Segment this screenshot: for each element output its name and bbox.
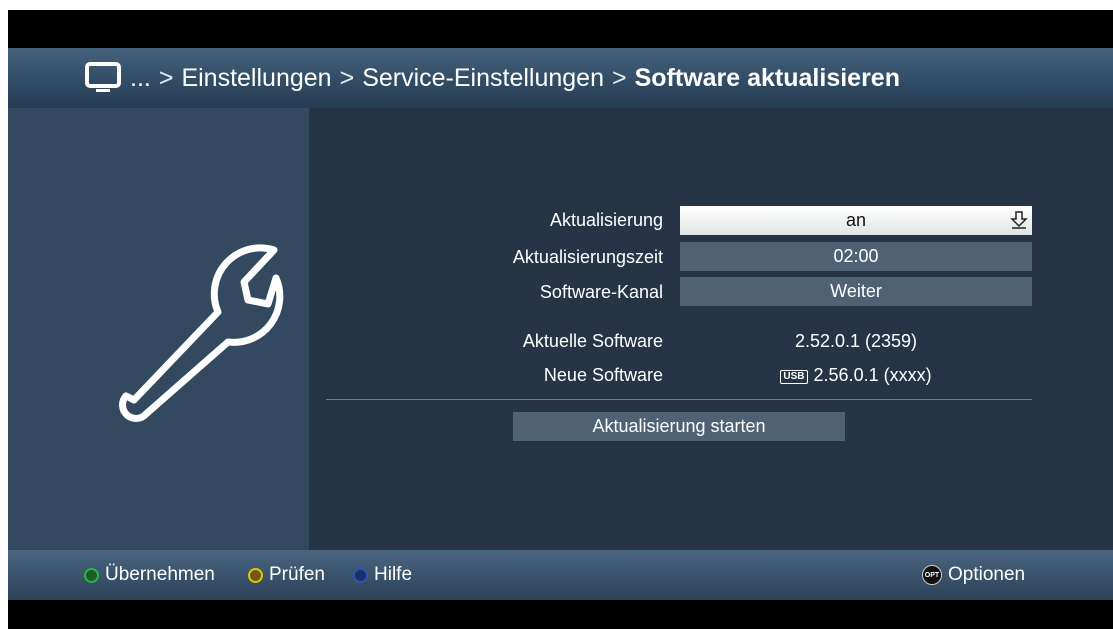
new-software-value: 2.56.0.1 (xxxx) [813, 365, 932, 385]
check-key[interactable]: Prüfen [248, 550, 325, 600]
usb-icon: USB [780, 370, 808, 384]
page-title: Software aktualisieren [634, 63, 900, 92]
update-label: Aktualisierung [549, 210, 663, 230]
update-select[interactable]: an [680, 206, 1032, 235]
new-software-label: Neue Software [543, 365, 663, 385]
download-arrow-icon [1010, 211, 1028, 229]
current-software-value: 2.52.0.1 (2359) [794, 331, 918, 351]
header-bar: ... > Einstellungen > Service-Einstellun… [8, 48, 1113, 108]
update-value: an [845, 210, 867, 230]
breadcrumb-separator: > [339, 63, 355, 92]
main-area: Aktualisierung an Aktualisierungszeit 02… [8, 108, 1113, 550]
update-time-value: 02:00 [833, 246, 879, 266]
channel-label: Software-Kanal [539, 282, 663, 302]
yellow-button-icon [248, 567, 263, 583]
left-panel [8, 108, 309, 550]
current-software-label: Aktuelle Software [522, 331, 663, 351]
options-key[interactable]: OPT Optionen [922, 550, 1025, 600]
update-time-label: Aktualisierungszeit [512, 247, 663, 267]
channel-field[interactable]: Weiter [680, 277, 1032, 306]
check-label: Prüfen [269, 564, 325, 585]
new-software-row: USB 2.56.0.1 (xxxx) [680, 365, 1032, 386]
breadcrumb-item-einstellungen: Einstellungen [181, 63, 332, 92]
breadcrumb-ellipsis: ... [130, 63, 151, 92]
footer-bar: Übernehmen Prüfen Hilfe OPT Optionen [8, 550, 1113, 600]
tv-icon [84, 61, 124, 95]
tv-screen: ... > Einstellungen > Service-Einstellun… [8, 10, 1113, 629]
options-label: Optionen [948, 564, 1026, 585]
breadcrumb: ... > Einstellungen > Service-Einstellun… [84, 48, 900, 108]
breadcrumb-item-service: Service-Einstellungen [362, 63, 604, 92]
wrench-icon [119, 244, 284, 422]
accept-key[interactable]: Übernehmen [84, 550, 215, 600]
blue-button-icon [353, 567, 368, 583]
opt-button-icon: OPT [922, 565, 942, 585]
channel-value: Weiter [830, 281, 882, 301]
update-time-field[interactable]: 02:00 [680, 242, 1032, 271]
divider [326, 399, 1032, 400]
breadcrumb-separator: > [611, 63, 627, 92]
help-label: Hilfe [374, 564, 413, 585]
start-update-button[interactable]: Aktualisierung starten [513, 412, 845, 441]
breadcrumb-separator: > [158, 63, 174, 92]
green-button-icon [84, 567, 99, 583]
help-key[interactable]: Hilfe [353, 550, 412, 600]
accept-label: Übernehmen [105, 564, 215, 585]
